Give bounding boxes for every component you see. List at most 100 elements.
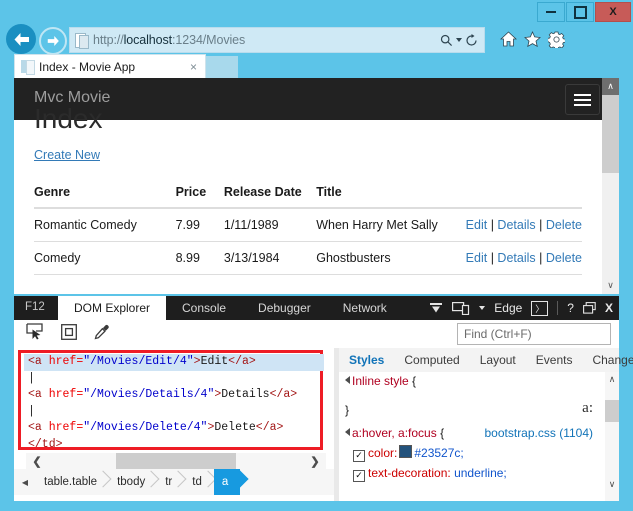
new-tab-button[interactable] (206, 56, 238, 78)
refresh-icon[interactable] (465, 34, 478, 47)
emulation-dropdown-icon[interactable] (479, 306, 485, 310)
column-header-title[interactable]: Title (316, 177, 465, 208)
tab-close-icon[interactable]: × (190, 60, 197, 74)
collapse-triangle-icon[interactable] (345, 428, 350, 436)
style-declaration-text-decoration[interactable]: ✓text-decoration: underline; (339, 464, 619, 484)
declaration-checkbox[interactable]: ✓ (353, 450, 365, 462)
breadcrumb-item-a[interactable]: a (214, 469, 240, 495)
element-picker-icon[interactable] (26, 323, 44, 340)
style-declaration-color[interactable]: ✓color:#23527c; (339, 443, 619, 464)
create-new-link[interactable]: Create New (34, 148, 100, 162)
breadcrumb-item-td[interactable]: td (184, 469, 214, 495)
breadcrumb-item-tr[interactable]: tr (157, 469, 184, 495)
scroll-down-icon[interactable]: ∨ (605, 477, 619, 491)
declaration-checkbox[interactable]: ✓ (353, 470, 365, 482)
cell-price: 7.99 (176, 208, 224, 242)
declaration-value[interactable]: underline; (454, 466, 507, 480)
details-link[interactable]: Details (497, 218, 535, 232)
back-button[interactable] (6, 24, 36, 54)
devtools-close-button[interactable]: X (605, 301, 613, 315)
highlight-box-icon[interactable] (61, 324, 77, 340)
rule-close-brace: } (345, 403, 349, 417)
tab-dom-explorer[interactable]: DOM Explorer (58, 296, 166, 320)
search-dropdown-icon[interactable] (456, 38, 462, 42)
filter-icon[interactable] (429, 302, 443, 314)
delete-link[interactable]: Delete (546, 218, 582, 232)
dom-explorer-pane: <a href="/Movies/Edit/4">Edit</a> | <a h… (14, 348, 334, 469)
address-bar[interactable]: http://localhost:1234/Movies (69, 27, 485, 53)
scroll-down-icon[interactable]: ∨ (602, 277, 619, 294)
tab-changes[interactable]: Changes (582, 348, 633, 372)
scrollbar-thumb[interactable] (116, 453, 236, 469)
dom-tag-close: </a> (228, 355, 256, 368)
scrollbar-thumb[interactable] (602, 95, 619, 173)
forward-button[interactable] (39, 27, 67, 55)
help-button[interactable]: ? (567, 301, 574, 315)
dom-text: Delete (214, 421, 255, 434)
home-icon[interactable] (500, 31, 517, 47)
pseudo-state-toggle[interactable]: a: (582, 400, 593, 417)
hamburger-menu-icon[interactable] (565, 84, 600, 115)
dom-attr-name: href= (49, 388, 84, 401)
styles-vertical-scrollbar[interactable]: ∧ ∨ (605, 372, 619, 501)
dom-line[interactable]: <a href="/Movies/Details/4">Details</a> (24, 387, 324, 404)
column-header-price[interactable]: Price (176, 177, 224, 208)
page-icon (75, 33, 88, 48)
dom-line[interactable]: <a href="/Movies/Delete/4">Delete</a> (24, 420, 324, 437)
tab-console[interactable]: Console (166, 296, 242, 320)
details-link[interactable]: Details (497, 251, 535, 265)
dock-icon[interactable] (583, 302, 596, 314)
search-icon[interactable] (440, 34, 453, 47)
scroll-up-icon[interactable]: ∧ (605, 372, 619, 386)
scrollbar-thumb[interactable] (605, 400, 619, 422)
dom-tag-open: <a (28, 388, 49, 401)
eyedropper-icon[interactable] (94, 324, 110, 340)
tab-computed[interactable]: Computed (394, 348, 469, 372)
scroll-right-icon[interactable]: ❯ (304, 455, 326, 468)
maximize-button[interactable] (566, 2, 594, 22)
settings-gear-icon[interactable] (548, 31, 565, 48)
dom-line[interactable]: <a href="/Movies/Edit/4">Edit</a> (24, 354, 324, 371)
dom-line-clipped[interactable]: </td> (24, 437, 324, 454)
column-header-release-date[interactable]: Release Date (224, 177, 316, 208)
device-emulation-icon[interactable] (452, 302, 470, 315)
action-separator: | (539, 251, 542, 265)
breadcrumb-back-icon[interactable]: ◀ (14, 478, 36, 487)
tab-styles[interactable]: Styles (339, 348, 394, 372)
breadcrumb-item-table[interactable]: table.table (36, 469, 109, 495)
find-input[interactable]: Find (Ctrl+F) (457, 323, 611, 345)
rule-source-file[interactable]: bootstrap.css (1104) (485, 426, 620, 441)
close-window-button[interactable]: X (595, 2, 631, 22)
browser-tab[interactable]: Index - Movie App × (14, 54, 206, 79)
minimize-button[interactable] (537, 2, 565, 22)
breadcrumb-item-tbody[interactable]: tbody (109, 469, 157, 495)
dom-line[interactable]: | (24, 371, 324, 388)
tab-favicon-icon (21, 60, 33, 74)
edit-link[interactable]: Edit (466, 218, 488, 232)
dom-line[interactable]: | (24, 404, 324, 421)
color-swatch[interactable] (399, 445, 412, 458)
devtools-sub-toolbar-icons (26, 323, 110, 340)
scrollbar-track[interactable] (48, 453, 304, 469)
tab-debugger[interactable]: Debugger (242, 296, 327, 320)
tab-events[interactable]: Events (526, 348, 583, 372)
dom-horizontal-scrollbar[interactable]: ❮ ❯ (26, 453, 326, 469)
scroll-up-icon[interactable]: ∧ (602, 78, 619, 95)
tab-layout[interactable]: Layout (470, 348, 526, 372)
favorites-star-icon[interactable] (524, 31, 541, 47)
tab-network[interactable]: Network (327, 296, 403, 320)
style-rule-inline-close: } (339, 391, 619, 420)
page-vertical-scrollbar[interactable]: ∧ ∨ (602, 78, 619, 294)
collapse-triangle-icon[interactable] (345, 376, 350, 384)
declaration-value[interactable]: #23527c; (414, 446, 463, 460)
edit-link[interactable]: Edit (466, 251, 488, 265)
action-separator: | (491, 218, 494, 232)
column-header-genre[interactable]: Genre (34, 177, 176, 208)
style-rule-hover[interactable]: bootstrap.css (1104) a:hover, a:focus { (339, 420, 619, 443)
scroll-left-icon[interactable]: ❮ (26, 455, 48, 468)
console-toggle-icon[interactable]: 〉 (531, 301, 548, 316)
delete-link[interactable]: Delete (546, 251, 582, 265)
browser-mode-label[interactable]: Edge (494, 301, 522, 315)
dom-text: Edit (201, 355, 229, 368)
style-rule-inline[interactable]: Inline style { (339, 372, 619, 391)
